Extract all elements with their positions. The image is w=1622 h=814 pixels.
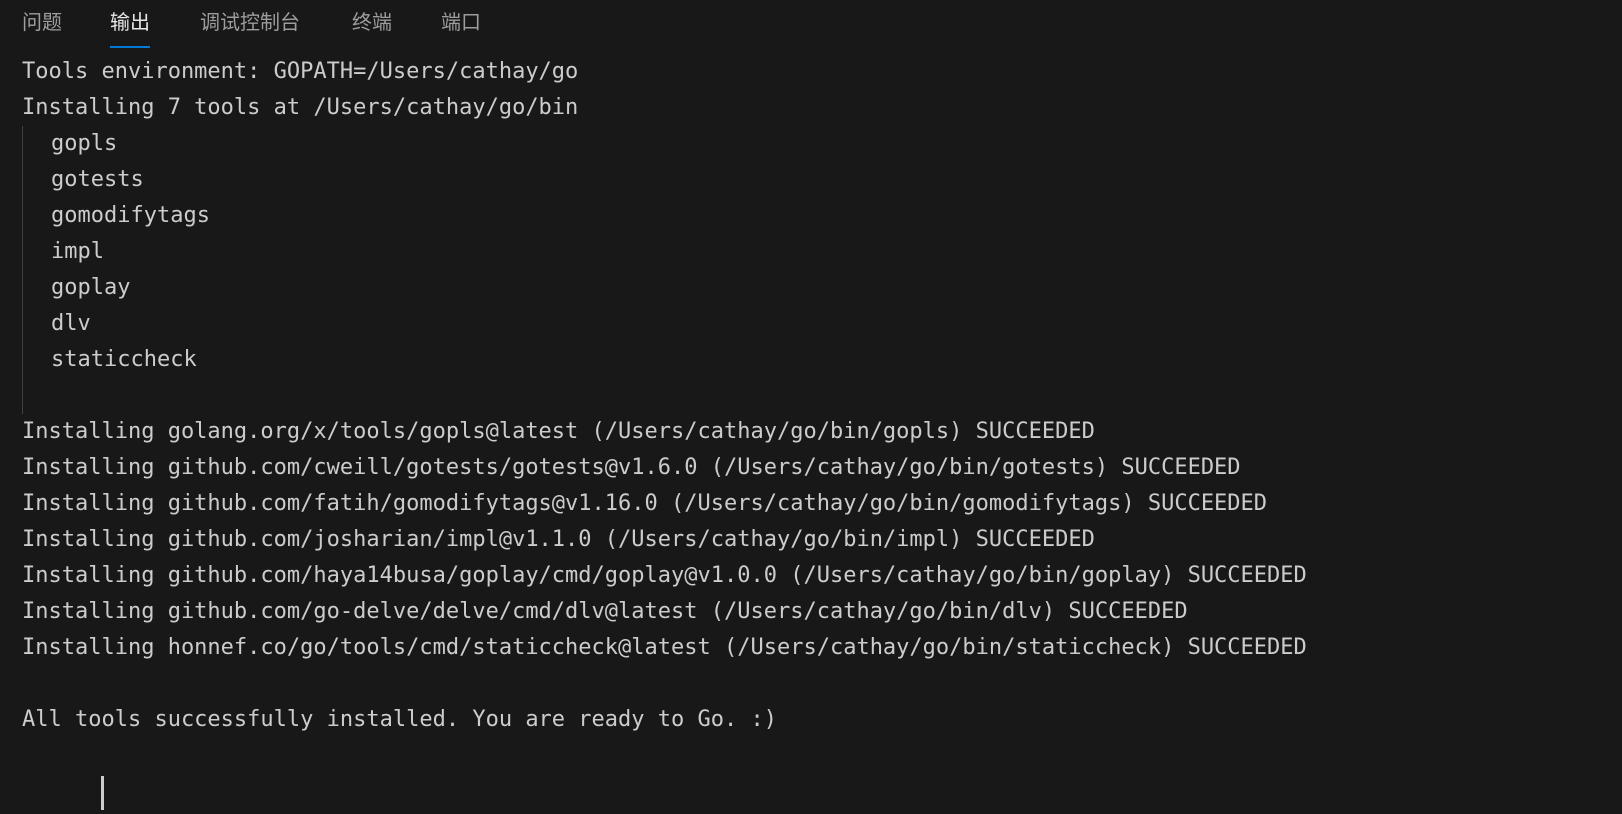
tab-ports[interactable]: 端口 (441, 8, 481, 48)
tab-problems-label: 问题 (22, 10, 62, 34)
tool-list-item: gotests (51, 167, 144, 192)
tab-terminal[interactable]: 终端 (352, 8, 392, 48)
empty-line (22, 666, 1622, 702)
tab-ports-label: 端口 (441, 10, 481, 34)
active-tab-indicator (110, 46, 150, 48)
tab-output[interactable]: 输出 (110, 8, 150, 48)
tab-problems[interactable]: 问题 (22, 8, 62, 48)
install-log-line: Installing honnef.co/go/tools/cmd/static… (22, 635, 1307, 660)
text-cursor (101, 776, 105, 810)
install-log-line: Installing github.com/josharian/impl@v1.… (22, 527, 1095, 552)
output-log[interactable]: Tools environment: GOPATH=/Users/cathay/… (22, 54, 1622, 814)
tool-list-item: staticcheck (51, 347, 197, 372)
tool-list-item: gomodifytags (51, 203, 210, 228)
log-line: Tools environment: GOPATH=/Users/cathay/… (22, 59, 579, 84)
install-log-line: Installing github.com/fatih/gomodifytags… (22, 491, 1268, 516)
output-panel: 问题 输出 调试控制台 终端 端口 Tools environment: GOP… (0, 0, 1622, 814)
install-log-line: Installing github.com/go-delve/delve/cmd… (22, 599, 1188, 624)
tool-list: gopls gotests gomodifytags impl goplay d… (22, 126, 1622, 414)
install-log-line: Installing golang.org/x/tools/gopls@late… (22, 419, 1095, 444)
install-log-line: Installing github.com/cweill/gotests/got… (22, 455, 1241, 480)
tab-debug-console-label: 调试控制台 (200, 10, 300, 34)
tool-list-item: dlv (51, 311, 91, 336)
log-line: Installing 7 tools at /Users/cathay/go/b… (22, 95, 579, 120)
tab-debug-console[interactable]: 调试控制台 (200, 8, 300, 48)
cursor-line (22, 738, 1622, 810)
panel-tab-bar: 问题 输出 调试控制台 终端 端口 (0, 0, 1622, 50)
tool-list-item: gopls (51, 131, 118, 156)
tab-output-label: 输出 (110, 10, 150, 34)
tool-list-item: goplay (51, 275, 131, 300)
install-log-line: Installing github.com/haya14busa/goplay/… (22, 563, 1307, 588)
empty-line (23, 378, 1622, 414)
final-status-line: All tools successfully installed. You ar… (22, 707, 777, 732)
tool-list-item: impl (51, 239, 104, 264)
tab-terminal-label: 终端 (352, 10, 392, 34)
